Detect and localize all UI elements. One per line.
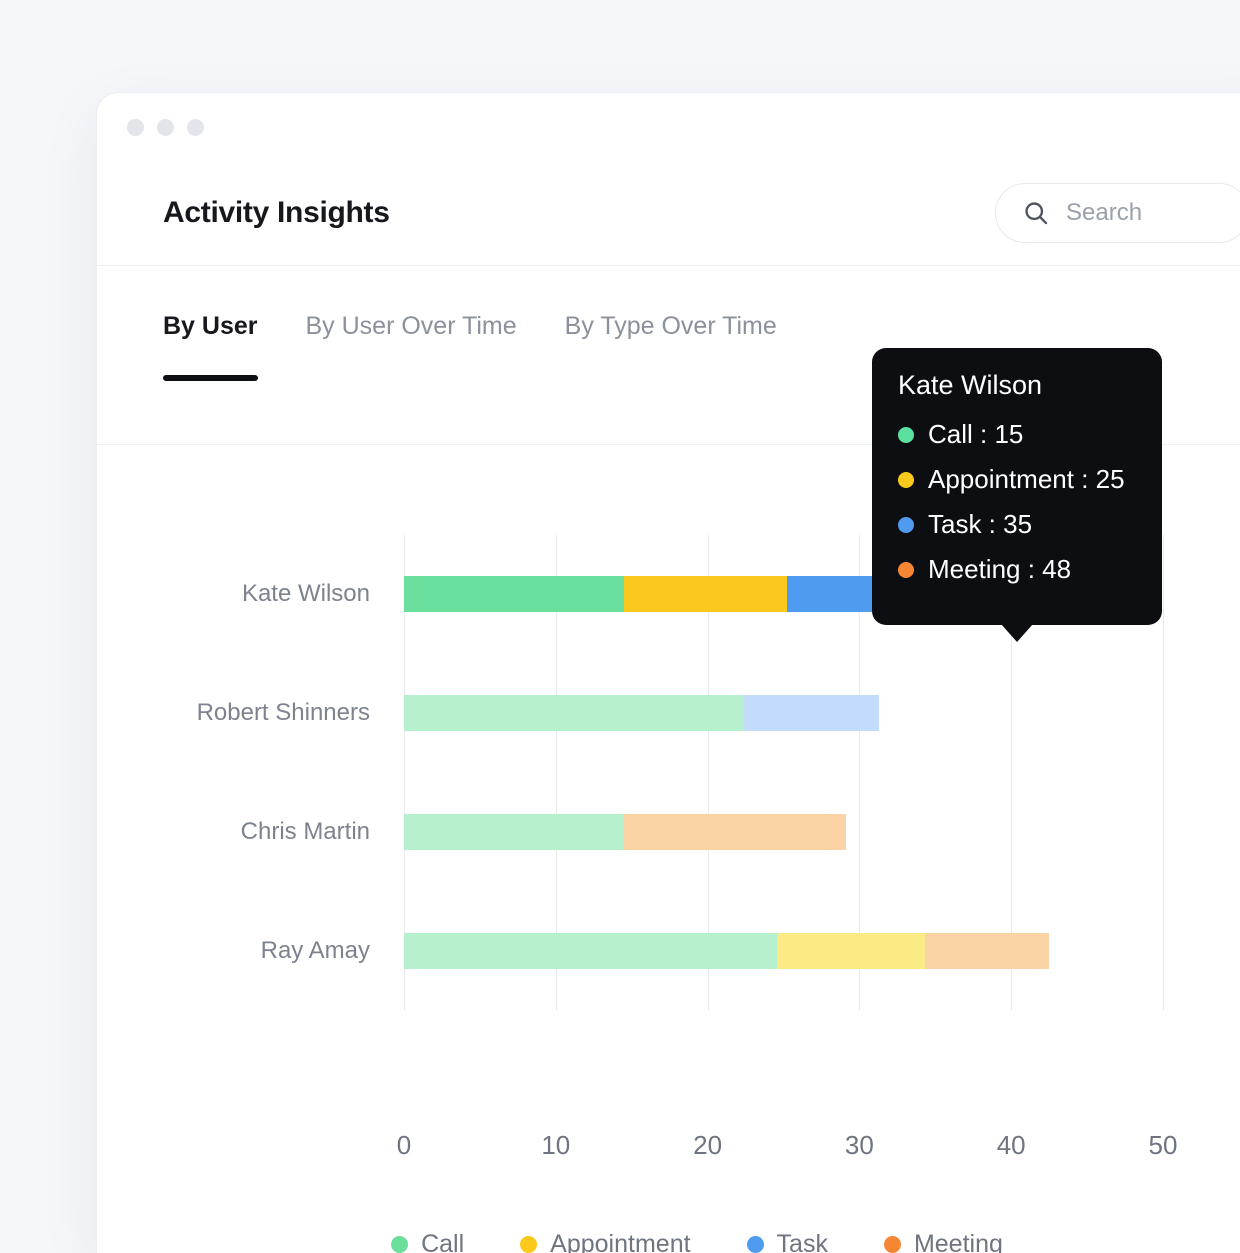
tooltip-row-call: Call : 15 xyxy=(898,419,1136,450)
tooltip-row-label: Task : 35 xyxy=(928,509,1033,539)
x-tick-label: 40 xyxy=(996,1130,1026,1160)
minimize-icon[interactable] xyxy=(157,118,174,136)
x-tick-label: 50 xyxy=(1148,1130,1178,1160)
tooltip-arrow-icon xyxy=(1001,624,1033,642)
gridline xyxy=(1163,535,1164,1010)
x-tick-label: 30 xyxy=(844,1130,874,1160)
tab-by-type-over-time[interactable]: By Type Over Time xyxy=(565,312,777,381)
x-axis-ticks: 0 10 20 30 40 50 xyxy=(397,1130,1178,1170)
bar-segment-call[interactable] xyxy=(404,932,778,969)
call-color-dot xyxy=(898,426,914,443)
y-axis-label: Chris Martin xyxy=(240,817,370,845)
bar-segment-appointment[interactable] xyxy=(777,932,925,969)
search-input[interactable]: Search xyxy=(995,183,1240,243)
bar-segment-appointment[interactable] xyxy=(624,576,787,613)
bar-ray-amay[interactable] xyxy=(404,932,1050,969)
bar-segment-meeting[interactable] xyxy=(624,813,846,850)
meeting-color-dot xyxy=(883,1236,901,1253)
page-title: Activity Insights xyxy=(163,196,390,229)
bar-chris-martin[interactable] xyxy=(404,813,846,850)
tooltip-row-appointment: Appointment : 25 xyxy=(898,464,1136,495)
legend-item-task[interactable]: Task xyxy=(746,1230,828,1253)
bar-segment-meeting[interactable] xyxy=(924,932,1050,969)
appointment-color-dot xyxy=(520,1236,538,1253)
tooltip-row-meeting: Meeting : 48 xyxy=(898,554,1136,585)
bar-segment-call[interactable] xyxy=(404,695,745,732)
tab-by-user-over-time[interactable]: By User Over Time xyxy=(306,312,517,381)
legend-label: Call xyxy=(421,1230,465,1253)
maximize-icon[interactable] xyxy=(187,118,204,136)
window-titlebar xyxy=(97,93,1240,161)
task-color-dot xyxy=(898,516,914,533)
y-axis-label: Kate Wilson xyxy=(241,580,370,608)
tab-by-user[interactable]: By User xyxy=(163,312,258,381)
legend-label: Meeting xyxy=(913,1230,1003,1253)
bar-segment-call[interactable] xyxy=(404,813,625,850)
call-color-dot xyxy=(391,1236,409,1253)
tooltip-title: Kate Wilson xyxy=(898,370,1043,400)
search-icon xyxy=(1025,202,1048,225)
legend-item-call[interactable]: Call xyxy=(391,1230,464,1253)
y-axis-label: Robert Shinners xyxy=(196,699,370,727)
x-tick-label: 0 xyxy=(396,1130,412,1160)
meeting-color-dot xyxy=(898,561,914,578)
close-icon[interactable] xyxy=(127,118,144,136)
chart-tooltip: Kate Wilson Call : 15 Appointment : 25 T… xyxy=(872,348,1162,642)
tooltip-row-label: Meeting : 48 xyxy=(928,554,1072,584)
tooltip-row-task: Task : 35 xyxy=(898,509,1136,540)
bar-segment-task[interactable] xyxy=(744,695,880,732)
legend-label: Task xyxy=(776,1230,828,1253)
y-axis-label: Ray Amay xyxy=(260,936,370,964)
x-tick-label: 10 xyxy=(541,1130,571,1160)
bar-robert-shinners[interactable] xyxy=(404,695,880,732)
legend-item-meeting[interactable]: Meeting xyxy=(883,1230,1003,1253)
bar-segment-call[interactable] xyxy=(404,576,625,613)
appointment-color-dot xyxy=(898,471,914,488)
legend-label: Appointment xyxy=(550,1230,691,1253)
tooltip-row-label: Appointment : 25 xyxy=(928,464,1125,494)
app-window: Activity Insights Search By User By User… xyxy=(96,92,1240,1253)
chart-legend: Call Appointment Task Meeting xyxy=(97,1230,1240,1253)
task-color-dot xyxy=(746,1236,764,1253)
legend-item-appointment[interactable]: Appointment xyxy=(520,1230,691,1253)
search-placeholder: Search xyxy=(1066,199,1143,226)
tooltip-row-label: Call : 15 xyxy=(928,419,1024,449)
x-tick-label: 20 xyxy=(693,1130,723,1160)
page-header: Activity Insights Search xyxy=(97,161,1240,266)
